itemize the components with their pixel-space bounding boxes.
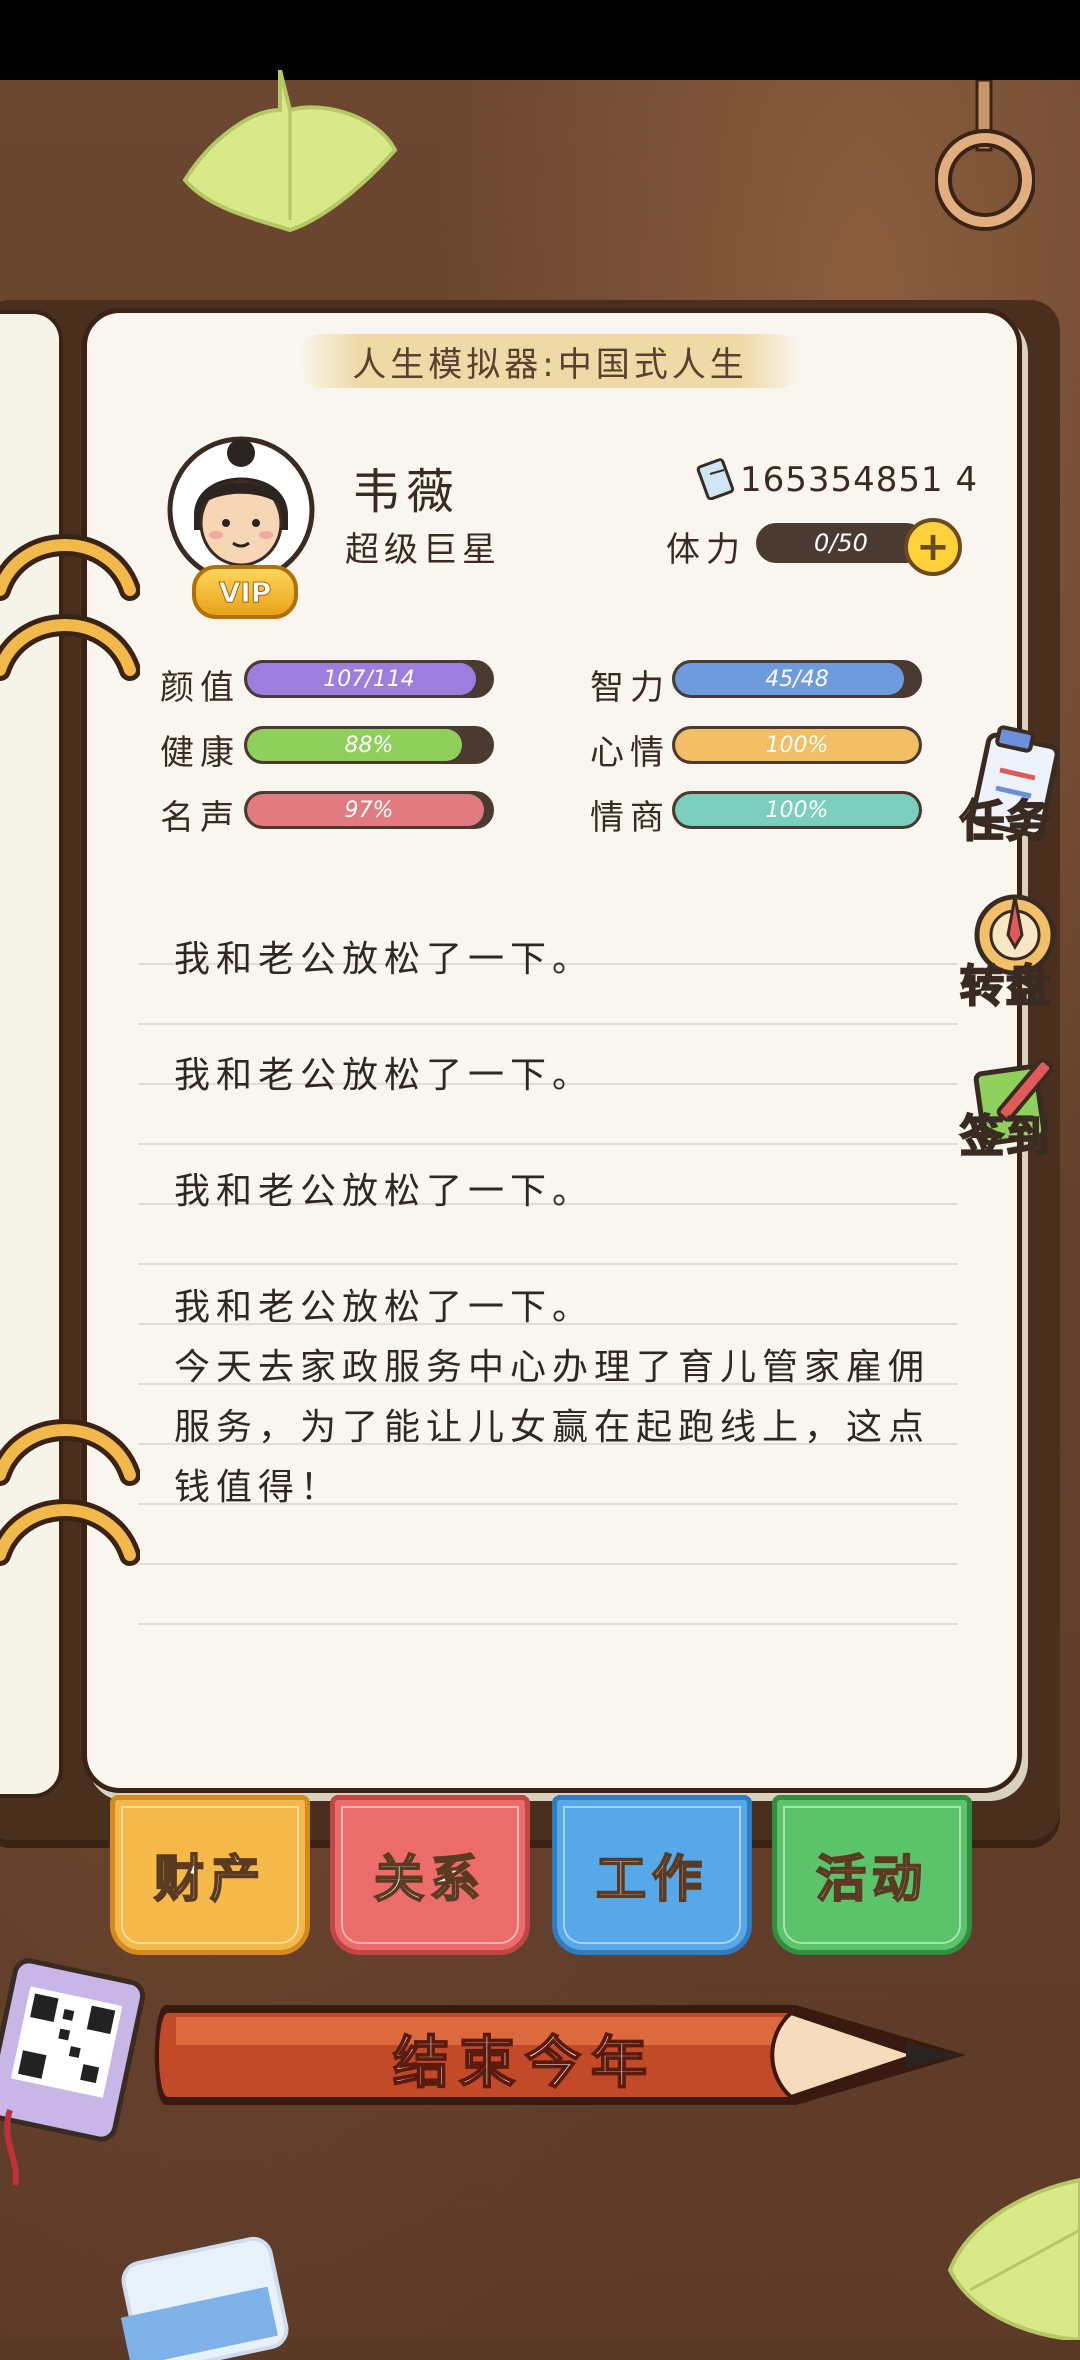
stat-bar-intelligence: 45/48 [672, 660, 922, 698]
tab-work-label: 工作 [595, 1849, 708, 1909]
key-ring-decoration [935, 80, 1035, 231]
player-name: 韦薇 [352, 464, 461, 520]
tab-relationships[interactable]: 关系 [330, 1795, 530, 1955]
stat-label-looks: 颜值 [160, 668, 240, 708]
avatar[interactable] [166, 435, 316, 585]
stat-value-health: 88% [344, 732, 394, 758]
checkin-label[interactable]: 签到 [959, 1100, 1052, 1164]
tab-assets-label: 财产 [153, 1849, 266, 1909]
stat-label-fame: 名声 [160, 798, 240, 838]
status-bar [0, 0, 1080, 80]
add-stamina-button[interactable]: + [904, 518, 962, 576]
money-icon [696, 458, 735, 500]
ginkgo-leaf-decoration [182, 70, 398, 233]
log-entry: 我和老公放松了一下。 [174, 1055, 595, 1096]
tab-work[interactable]: 工作 [552, 1795, 752, 1955]
log-entry: 我和老公放松了一下。 今天去家政服务中心办理了育儿管家雇佣服务，为了能让儿女赢在… [174, 1287, 931, 1508]
stat-label-health: 健康 [160, 733, 240, 773]
stat-label-intelligence: 智力 [590, 668, 670, 708]
tab-activities-label: 活动 [815, 1849, 928, 1909]
stat-bar-eq: 100% [672, 791, 922, 829]
event-log: 我和老公放松了一下。 我和老公放松了一下。 我和老公放松了一下。 我和老公放松了… [174, 930, 954, 1574]
stamina-bar: 0/50 [756, 523, 926, 563]
stat-value-eq: 100% [765, 797, 829, 823]
money-value: 165354851 4 [740, 460, 979, 500]
eraser-decoration [120, 2236, 289, 2360]
wheel-label[interactable]: 转盘 [959, 950, 1052, 1014]
stat-label-mood: 心情 [590, 733, 670, 773]
stat-value-intelligence: 45/48 [765, 666, 829, 692]
tab-activities[interactable]: 活动 [772, 1795, 972, 1955]
stat-bar-mood: 100% [672, 726, 922, 764]
stat-value-looks: 107/114 [323, 666, 415, 692]
stat-bar-health: 88% [244, 726, 494, 764]
log-entry: 我和老公放松了一下。 [174, 1171, 595, 1212]
stat-value-mood: 100% [765, 732, 829, 758]
stat-bar-looks: 107/114 [244, 660, 494, 698]
stamina-label: 体力 [666, 530, 746, 570]
tab-assets[interactable]: 财产 [110, 1795, 310, 1955]
end-year-label[interactable]: 结束今年 [390, 2018, 660, 2099]
stat-label-eq: 情商 [590, 798, 670, 838]
player-rank: 超级巨星 [345, 530, 501, 570]
task-label[interactable]: 任务 [959, 785, 1052, 849]
tab-relationships-label: 关系 [373, 1849, 486, 1909]
vip-badge: VIP [192, 565, 298, 619]
stat-bar-fame: 97% [244, 791, 494, 829]
stamina-value: 0/50 [814, 529, 868, 557]
stat-value-fame: 97% [344, 797, 394, 823]
game-title: 人生模拟器:中国式人生 [352, 344, 748, 385]
ginkgo-leaf-decoration [947, 2177, 1080, 2340]
game-title-banner: 人生模拟器:中国式人生 [300, 334, 800, 388]
log-entry: 我和老公放松了一下。 [174, 939, 595, 980]
notebook-left-page [0, 310, 63, 1798]
plus-icon: + [916, 524, 950, 570]
qr-code-tag[interactable] [0, 1950, 150, 2190]
